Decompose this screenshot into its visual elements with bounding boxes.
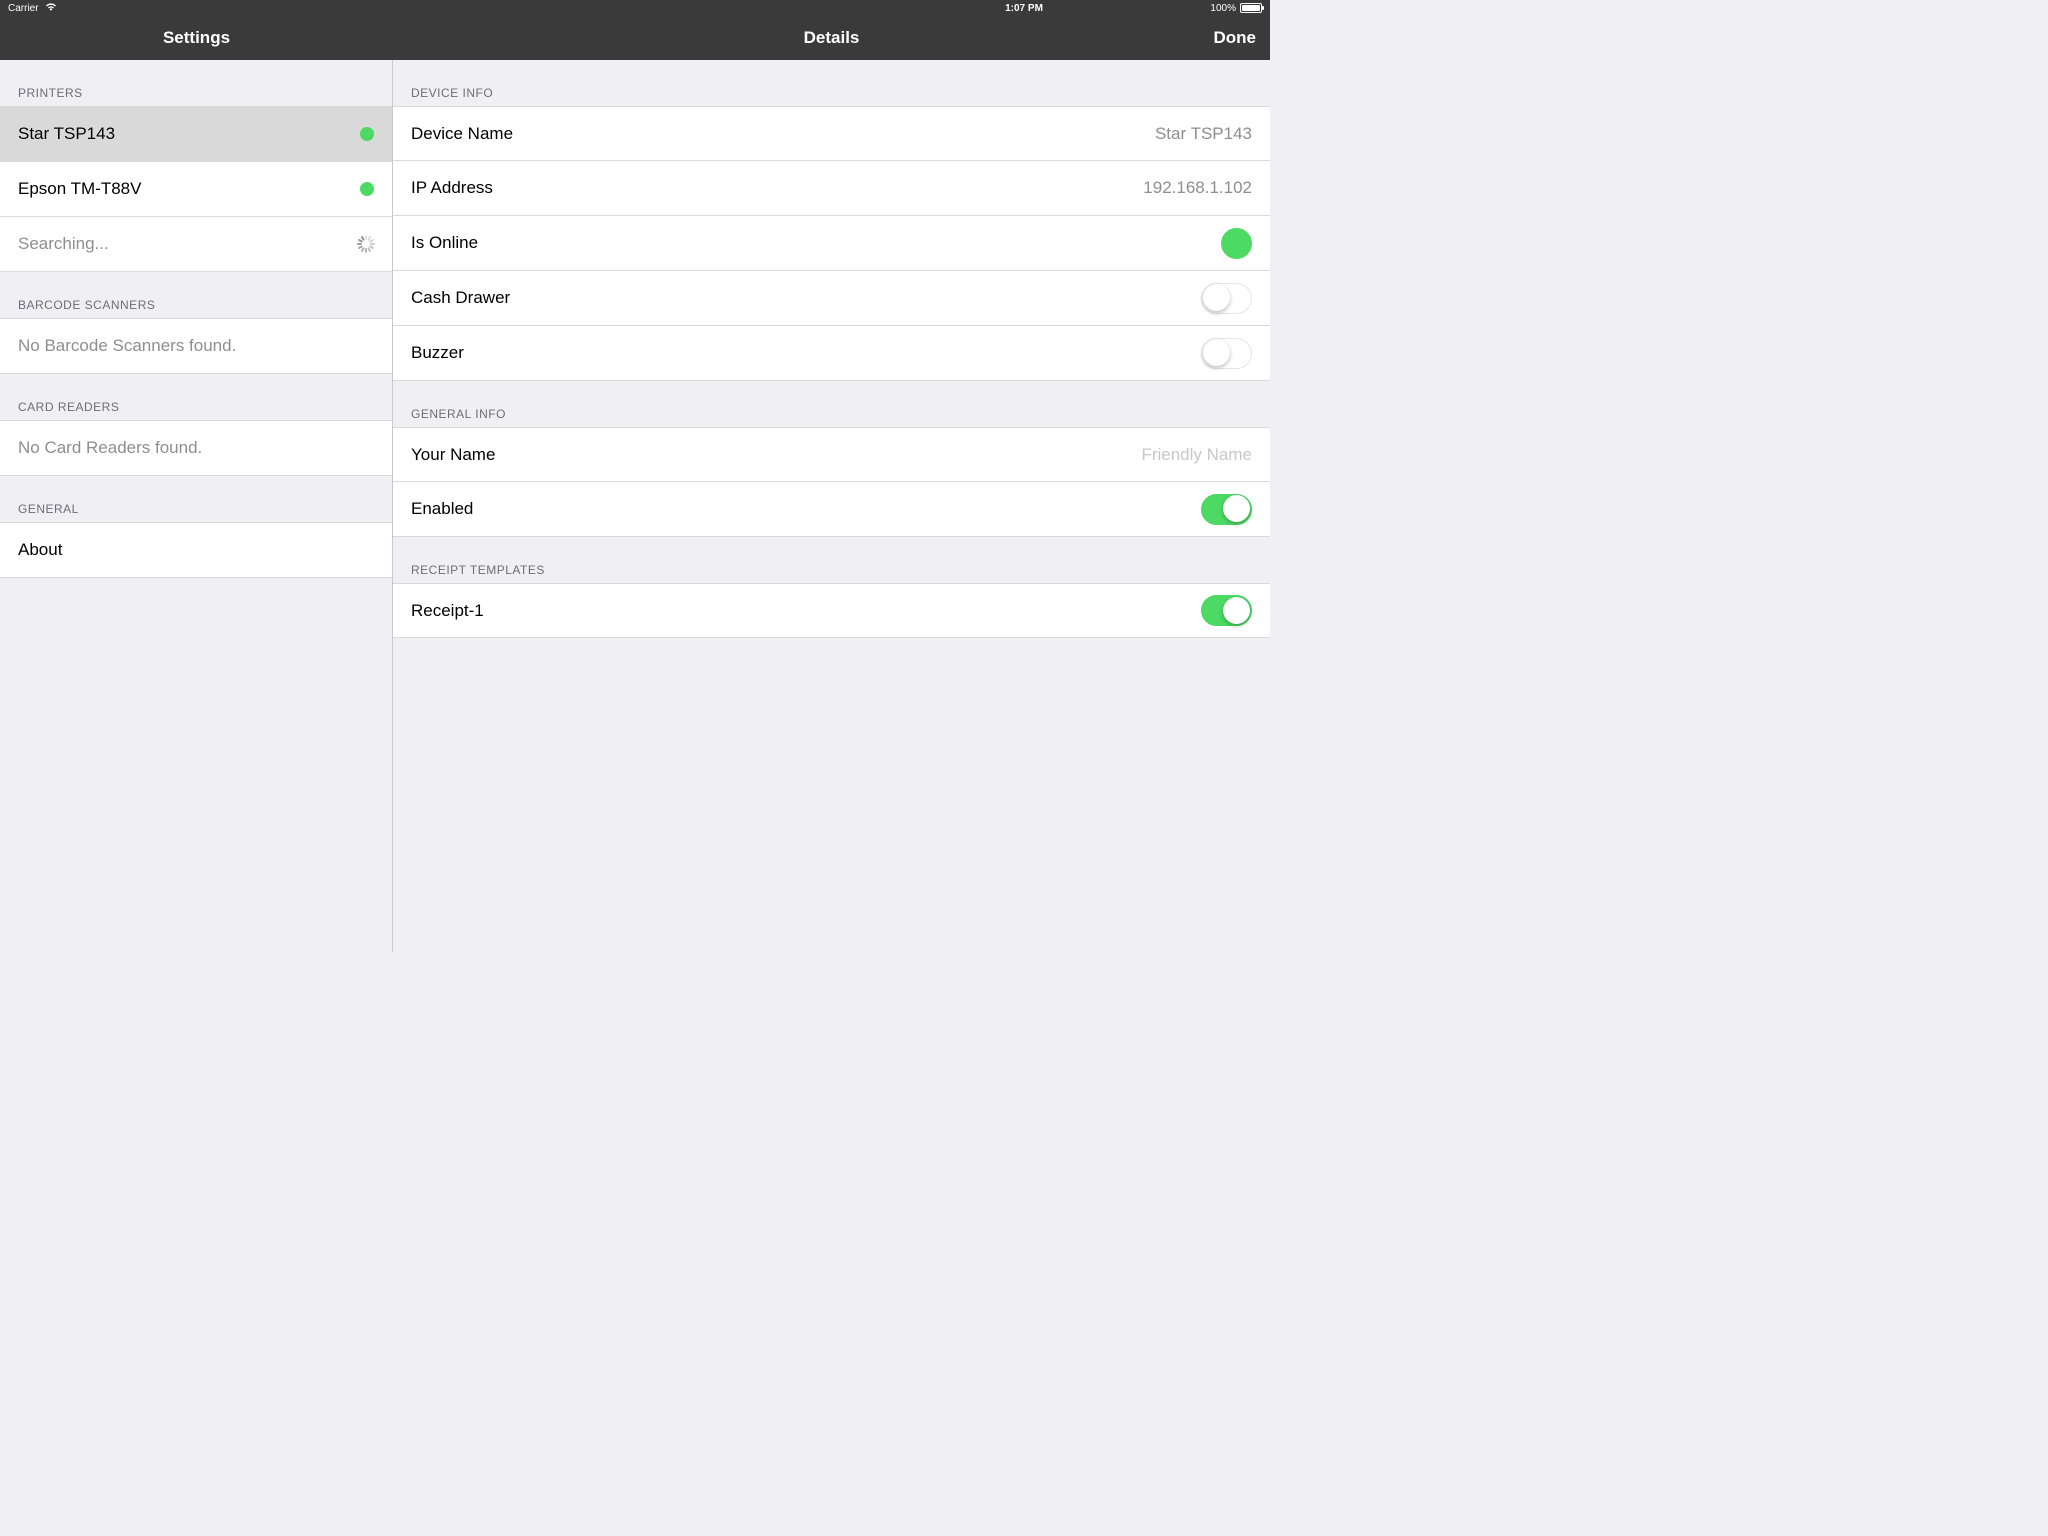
battery-percentage: 100%	[1210, 3, 1236, 14]
is-online-label: Is Online	[411, 233, 1221, 253]
is-online-row: Is Online	[393, 216, 1270, 271]
section-header-printers: PRINTERS	[0, 60, 392, 106]
cash-drawer-switch[interactable]	[1201, 283, 1252, 314]
detail-title: Details	[804, 28, 860, 48]
section-header-cardreaders: CARD READERS	[0, 374, 392, 420]
wifi-icon	[45, 2, 57, 14]
buzzer-switch[interactable]	[1201, 338, 1252, 369]
cardreader-empty-label: No Card Readers found.	[18, 438, 374, 458]
ip-address-row: IP Address 192.168.1.102	[393, 161, 1270, 216]
buzzer-label: Buzzer	[411, 343, 1201, 363]
receipt-template-label: Receipt-1	[411, 601, 1201, 621]
your-name-input[interactable]	[952, 445, 1252, 465]
searching-row: Searching...	[0, 217, 392, 272]
enabled-label: Enabled	[411, 499, 1201, 519]
detail-pane: DEVICE INFO Device Name Star TSP143 IP A…	[393, 60, 1270, 952]
status-dot-icon	[360, 182, 374, 196]
cash-drawer-row: Cash Drawer	[393, 271, 1270, 326]
printer-name: Star TSP143	[18, 124, 360, 144]
navigation-bar: Settings Details Done	[0, 16, 1270, 60]
device-name-value: Star TSP143	[1155, 124, 1252, 144]
printer-name: Epson TM-T88V	[18, 179, 360, 199]
enabled-switch[interactable]	[1201, 494, 1252, 525]
device-name-label: Device Name	[411, 124, 1155, 144]
status-dot-icon	[360, 127, 374, 141]
searching-label: Searching...	[18, 234, 356, 254]
section-header-general: GENERAL	[0, 476, 392, 522]
printer-row-star[interactable]: Star TSP143	[0, 107, 392, 162]
battery-icon	[1240, 3, 1262, 13]
barcode-empty-row: No Barcode Scanners found.	[0, 319, 392, 374]
your-name-label: Your Name	[411, 445, 952, 465]
buzzer-row: Buzzer	[393, 326, 1270, 381]
status-time: 1:07 PM	[1005, 3, 1043, 14]
section-header-receipt: RECEIPT TEMPLATES	[393, 537, 1270, 583]
cardreader-empty-row: No Card Readers found.	[0, 421, 392, 476]
your-name-row: Your Name	[393, 427, 1270, 482]
section-header-barcode: BARCODE SCANNERS	[0, 272, 392, 318]
ip-address-value: 192.168.1.102	[1143, 178, 1252, 198]
printer-row-epson[interactable]: Epson TM-T88V	[0, 162, 392, 217]
about-row[interactable]: About	[0, 523, 392, 578]
section-header-device-info: DEVICE INFO	[393, 60, 1270, 106]
spinner-icon	[356, 235, 374, 253]
carrier-label: Carrier	[8, 3, 39, 14]
barcode-empty-label: No Barcode Scanners found.	[18, 336, 374, 356]
receipt-template-switch[interactable]	[1201, 595, 1252, 626]
ip-address-label: IP Address	[411, 178, 1143, 198]
about-label: About	[18, 540, 374, 560]
done-button[interactable]: Done	[1214, 28, 1257, 48]
device-name-row: Device Name Star TSP143	[393, 106, 1270, 161]
status-bar: Carrier 1:07 PM 100%	[0, 0, 1270, 16]
section-header-general-info: GENERAL INFO	[393, 381, 1270, 427]
sidebar: PRINTERS Star TSP143 Epson TM-T88V Searc…	[0, 60, 393, 952]
online-indicator-icon	[1221, 228, 1252, 259]
master-title: Settings	[0, 16, 393, 60]
cash-drawer-label: Cash Drawer	[411, 288, 1201, 308]
receipt-template-row: Receipt-1	[393, 583, 1270, 638]
enabled-row: Enabled	[393, 482, 1270, 537]
